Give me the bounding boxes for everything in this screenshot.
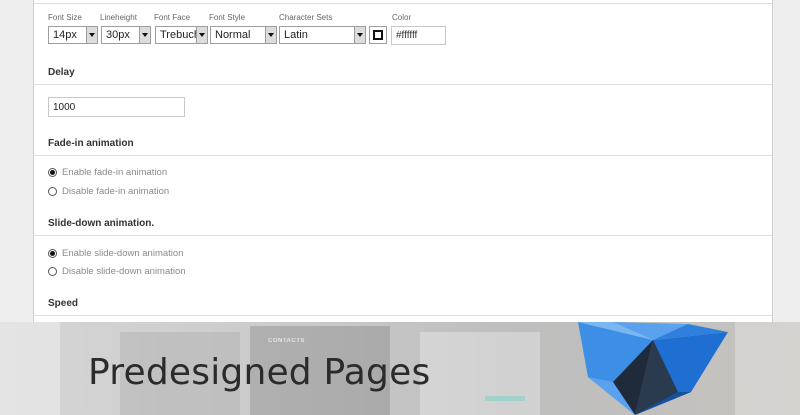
chevron-down-icon (196, 27, 207, 43)
ghost-contacts-label: CONTACTS (268, 338, 305, 344)
font-face-select[interactable]: Trebuchet (155, 26, 208, 44)
speed-title: Speed (48, 298, 79, 309)
font-face-label: Font Face (154, 13, 191, 22)
color-label: Color (392, 13, 412, 22)
font-size-select[interactable]: 14px (48, 26, 98, 44)
divider (34, 235, 772, 236)
font-size-label: Font Size (48, 13, 82, 22)
font-size-value: 14px (53, 29, 77, 41)
radio-unchecked[interactable] (48, 187, 57, 196)
chevron-down-icon (354, 27, 365, 43)
lineheight-label: Lineheight (100, 13, 137, 22)
chevron-down-icon (139, 27, 150, 43)
ghost-page (420, 332, 540, 415)
font-style-value: Normal (215, 29, 251, 41)
banner-title: Predesigned Pages (88, 352, 431, 393)
chevron-down-icon (265, 27, 276, 43)
radio-checked[interactable] (48, 168, 57, 177)
color-swatch-icon (373, 30, 383, 40)
slide-down-title: Slide-down animation. (48, 218, 155, 229)
ghost-accent (485, 396, 525, 401)
fade-in-title: Fade-in animation (48, 138, 134, 149)
lineheight-value: 30px (106, 29, 130, 41)
radio-checked[interactable] (48, 249, 57, 258)
ghost-page (0, 322, 60, 415)
divider (34, 84, 772, 85)
color-swatch-button[interactable] (369, 26, 387, 44)
font-style-label: Font Style (209, 13, 246, 22)
settings-panel: Font Size Lineheight Font Face Font Styl… (33, 0, 773, 322)
radio-unchecked[interactable] (48, 267, 57, 276)
character-sets-select[interactable]: Latin (279, 26, 366, 44)
chevron-down-icon (86, 27, 97, 43)
fade-in-disable-label: Disable fade-in animation (62, 186, 170, 197)
character-sets-label: Character Sets (279, 13, 333, 22)
top-divider (34, 3, 772, 4)
color-input[interactable]: #ffffff (391, 26, 446, 45)
delay-title: Delay (48, 67, 75, 78)
delay-input[interactable]: 1000 (48, 97, 185, 117)
divider (34, 315, 772, 316)
ghost-page (735, 322, 800, 415)
crystal-logo-icon (578, 322, 728, 415)
character-sets-value: Latin (284, 29, 308, 41)
fade-in-enable-label: Enable fade-in animation (62, 167, 168, 178)
slide-down-disable-label: Disable slide-down animation (62, 266, 186, 277)
lineheight-select[interactable]: 30px (101, 26, 151, 44)
slide-down-enable-label: Enable slide-down animation (62, 248, 184, 259)
font-face-value: Trebuchet (160, 29, 196, 41)
divider (34, 155, 772, 156)
font-style-select[interactable]: Normal (210, 26, 277, 44)
